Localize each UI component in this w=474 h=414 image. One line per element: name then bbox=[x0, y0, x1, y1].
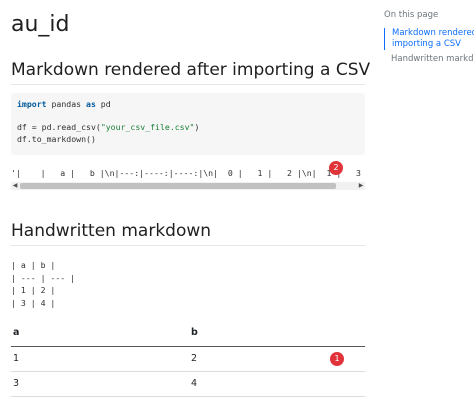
horizontal-scrollbar[interactable]: ◀ ▶ bbox=[11, 182, 365, 190]
raw-line: | 1 | 2 | bbox=[11, 285, 56, 295]
table-cell: 4 bbox=[189, 371, 365, 397]
toc-link-handwritten-section[interactable]: Handwritten markdown bbox=[384, 54, 474, 65]
scroll-right-arrow-icon[interactable]: ▶ bbox=[357, 182, 365, 190]
toc-link-csv-section[interactable]: Markdown rendered aft importing a CSV bbox=[384, 28, 474, 50]
main-content: au_id Markdown rendered after importing … bbox=[0, 0, 376, 414]
table-row: 3 4 bbox=[11, 371, 365, 397]
scroll-thumb[interactable] bbox=[20, 183, 336, 189]
code-output: '| | a | b |\n|---:|----:|----:|\n| 0 | … bbox=[11, 168, 361, 178]
column-header-a: a bbox=[11, 320, 189, 347]
divider bbox=[11, 245, 365, 246]
column-header-b: b bbox=[189, 320, 365, 347]
annotation-badge-2: 2 bbox=[329, 161, 343, 175]
toc-link-label: Markdown rendered aft bbox=[392, 28, 474, 38]
raw-line: | --- | --- | bbox=[11, 272, 76, 283]
code-text: import pandas as pd df = pd.read_csv("yo… bbox=[17, 99, 200, 144]
table-header-row: a b bbox=[11, 320, 365, 347]
annotation-badge-1: 1 bbox=[330, 352, 344, 366]
toc-title: On this page bbox=[384, 10, 439, 20]
section-heading-csv: Markdown rendered after importing a CSV bbox=[11, 60, 371, 80]
scroll-left-arrow-icon[interactable]: ◀ bbox=[11, 182, 19, 190]
divider bbox=[11, 84, 365, 85]
raw-line: | 3 | 4 | bbox=[11, 297, 56, 308]
raw-line: | a | b | bbox=[11, 260, 56, 270]
table-row: 1 2 bbox=[11, 346, 365, 372]
markdown-table: a b 1 2 3 4 bbox=[11, 320, 365, 397]
table-cell: 1 bbox=[11, 346, 189, 372]
raw-markdown: | a | b | | --- | --- | | 1 | 2 | | 3 | 4 | bbox=[11, 259, 75, 309]
page-title: au_id bbox=[11, 12, 70, 37]
toc-link-label: importing a CSV bbox=[392, 39, 461, 49]
code-block[interactable]: import pandas as pd df = pd.read_csv("yo… bbox=[11, 93, 365, 155]
section-heading-handwritten: Handwritten markdown bbox=[11, 221, 212, 241]
table-of-contents: On this page Markdown rendered aft impor… bbox=[376, 0, 474, 414]
table-cell: 3 bbox=[11, 371, 189, 397]
